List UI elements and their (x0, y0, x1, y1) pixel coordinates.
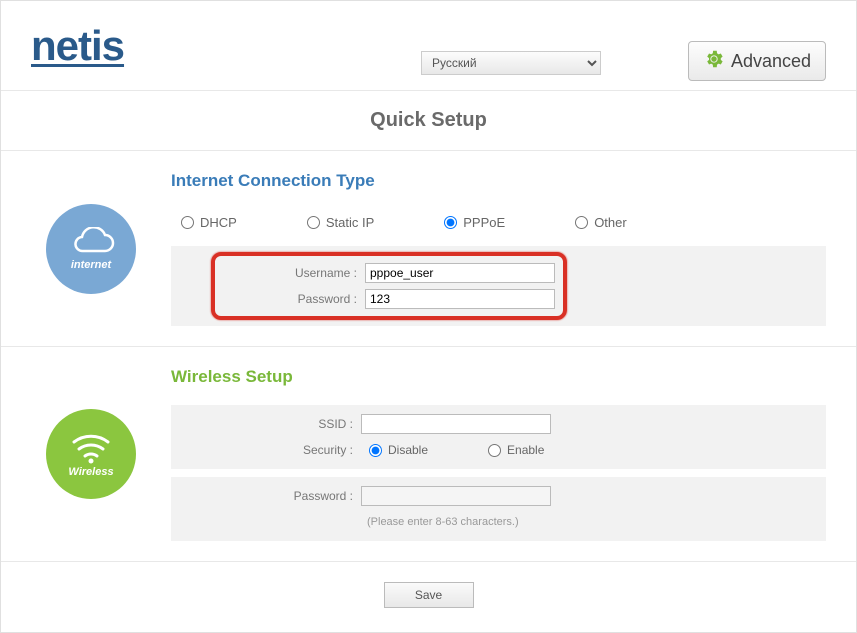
page-title: Quick Setup (1, 109, 856, 132)
wireless-password-box: Password : (Please enter 8-63 characters… (171, 477, 826, 541)
ssid-input[interactable] (361, 414, 551, 434)
password-row: Password : (215, 286, 555, 312)
logo: netis (31, 22, 124, 70)
wireless-section: Wireless Wireless Setup SSID : Security … (1, 347, 856, 562)
internet-section: internet Internet Connection Type DHCP S… (1, 151, 856, 347)
password-label: Password : (215, 292, 365, 306)
wifi-password-hint: (Please enter 8-63 characters.) (361, 516, 519, 528)
radio-disable[interactable]: Disable (369, 443, 428, 457)
security-label: Security : (171, 443, 361, 457)
radio-pppoe[interactable]: PPPoE (444, 215, 505, 230)
radio-enable[interactable]: Enable (488, 443, 544, 457)
internet-icon-wrap: internet (31, 171, 151, 326)
radio-other[interactable]: Other (575, 215, 627, 230)
wifi-icon: Wireless (46, 409, 136, 499)
title-bar: Quick Setup (1, 91, 856, 151)
wireless-icon-wrap: Wireless (31, 367, 151, 541)
wireless-heading: Wireless Setup (171, 367, 826, 387)
password-input[interactable] (365, 289, 555, 309)
wireless-body: Wireless Setup SSID : Security : Disable (151, 367, 826, 541)
advanced-button[interactable]: Advanced (688, 41, 826, 81)
username-row: Username : (215, 260, 555, 286)
internet-heading: Internet Connection Type (171, 171, 826, 191)
connection-type-radios: DHCP Static IP PPPoE Other (171, 209, 826, 236)
wifi-hint-row: (Please enter 8-63 characters.) (171, 509, 826, 535)
username-input[interactable] (365, 263, 555, 283)
radio-dhcp[interactable]: DHCP (181, 215, 237, 230)
security-radios: Disable Enable (361, 443, 544, 457)
wifi-password-input[interactable] (361, 486, 551, 506)
security-row: Security : Disable Enable (171, 437, 826, 463)
wifi-password-label: Password : (171, 489, 361, 503)
language-select[interactable]: Русский (421, 51, 601, 75)
gear-icon (703, 48, 725, 75)
ssid-label: SSID : (171, 417, 361, 431)
save-button[interactable]: Save (384, 582, 474, 608)
cloud-icon: internet (46, 204, 136, 294)
wireless-icon-label: Wireless (68, 466, 113, 478)
highlight-box: Username : Password : (211, 252, 567, 320)
ssid-row: SSID : (171, 411, 826, 437)
wireless-form: SSID : Security : Disable Enable (171, 405, 826, 469)
advanced-label: Advanced (731, 51, 811, 72)
radio-static[interactable]: Static IP (307, 215, 374, 230)
pppoe-form: Username : Password : (171, 246, 826, 326)
app-container: netis Русский Advanced Quick Setup inter… (0, 0, 857, 633)
wifi-password-row: Password : (171, 483, 826, 509)
username-label: Username : (215, 266, 365, 280)
footer: Save (1, 562, 856, 628)
header: netis Русский Advanced (1, 1, 856, 91)
internet-icon-label: internet (71, 259, 111, 271)
internet-body: Internet Connection Type DHCP Static IP … (151, 171, 826, 326)
